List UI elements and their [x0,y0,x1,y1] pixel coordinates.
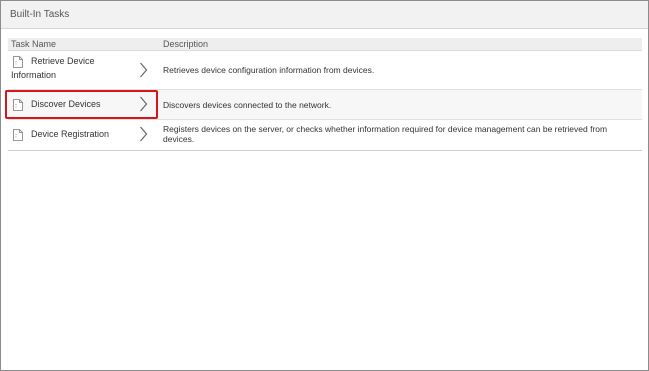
table-row[interactable]: Device Registration Registers devices on… [8,120,642,151]
chevron-right-icon[interactable] [139,62,148,78]
built-in-tasks-window: Built-In Tasks Task Name Description Ret… [0,0,649,371]
chevron-right-icon[interactable] [139,126,148,142]
task-description: Registers devices on the server, or chec… [163,124,608,144]
panel-header: Built-In Tasks [1,1,648,29]
column-header-task-name[interactable]: Task Name [11,39,56,49]
panel-title: Built-In Tasks [10,9,70,20]
table-row[interactable]: Retrieve Device Information Retrieves de… [8,51,642,90]
task-description: Discovers devices connected to the netwo… [163,100,332,110]
task-name: Device Registration [31,129,110,139]
task-name: Retrieve Device Information [11,56,95,80]
document-icon [13,129,23,141]
selection-highlight [5,90,158,119]
column-header-description[interactable]: Description [163,39,208,49]
table-header: Task Name Description [8,38,642,51]
task-description: Retrieves device configuration informati… [163,65,375,75]
